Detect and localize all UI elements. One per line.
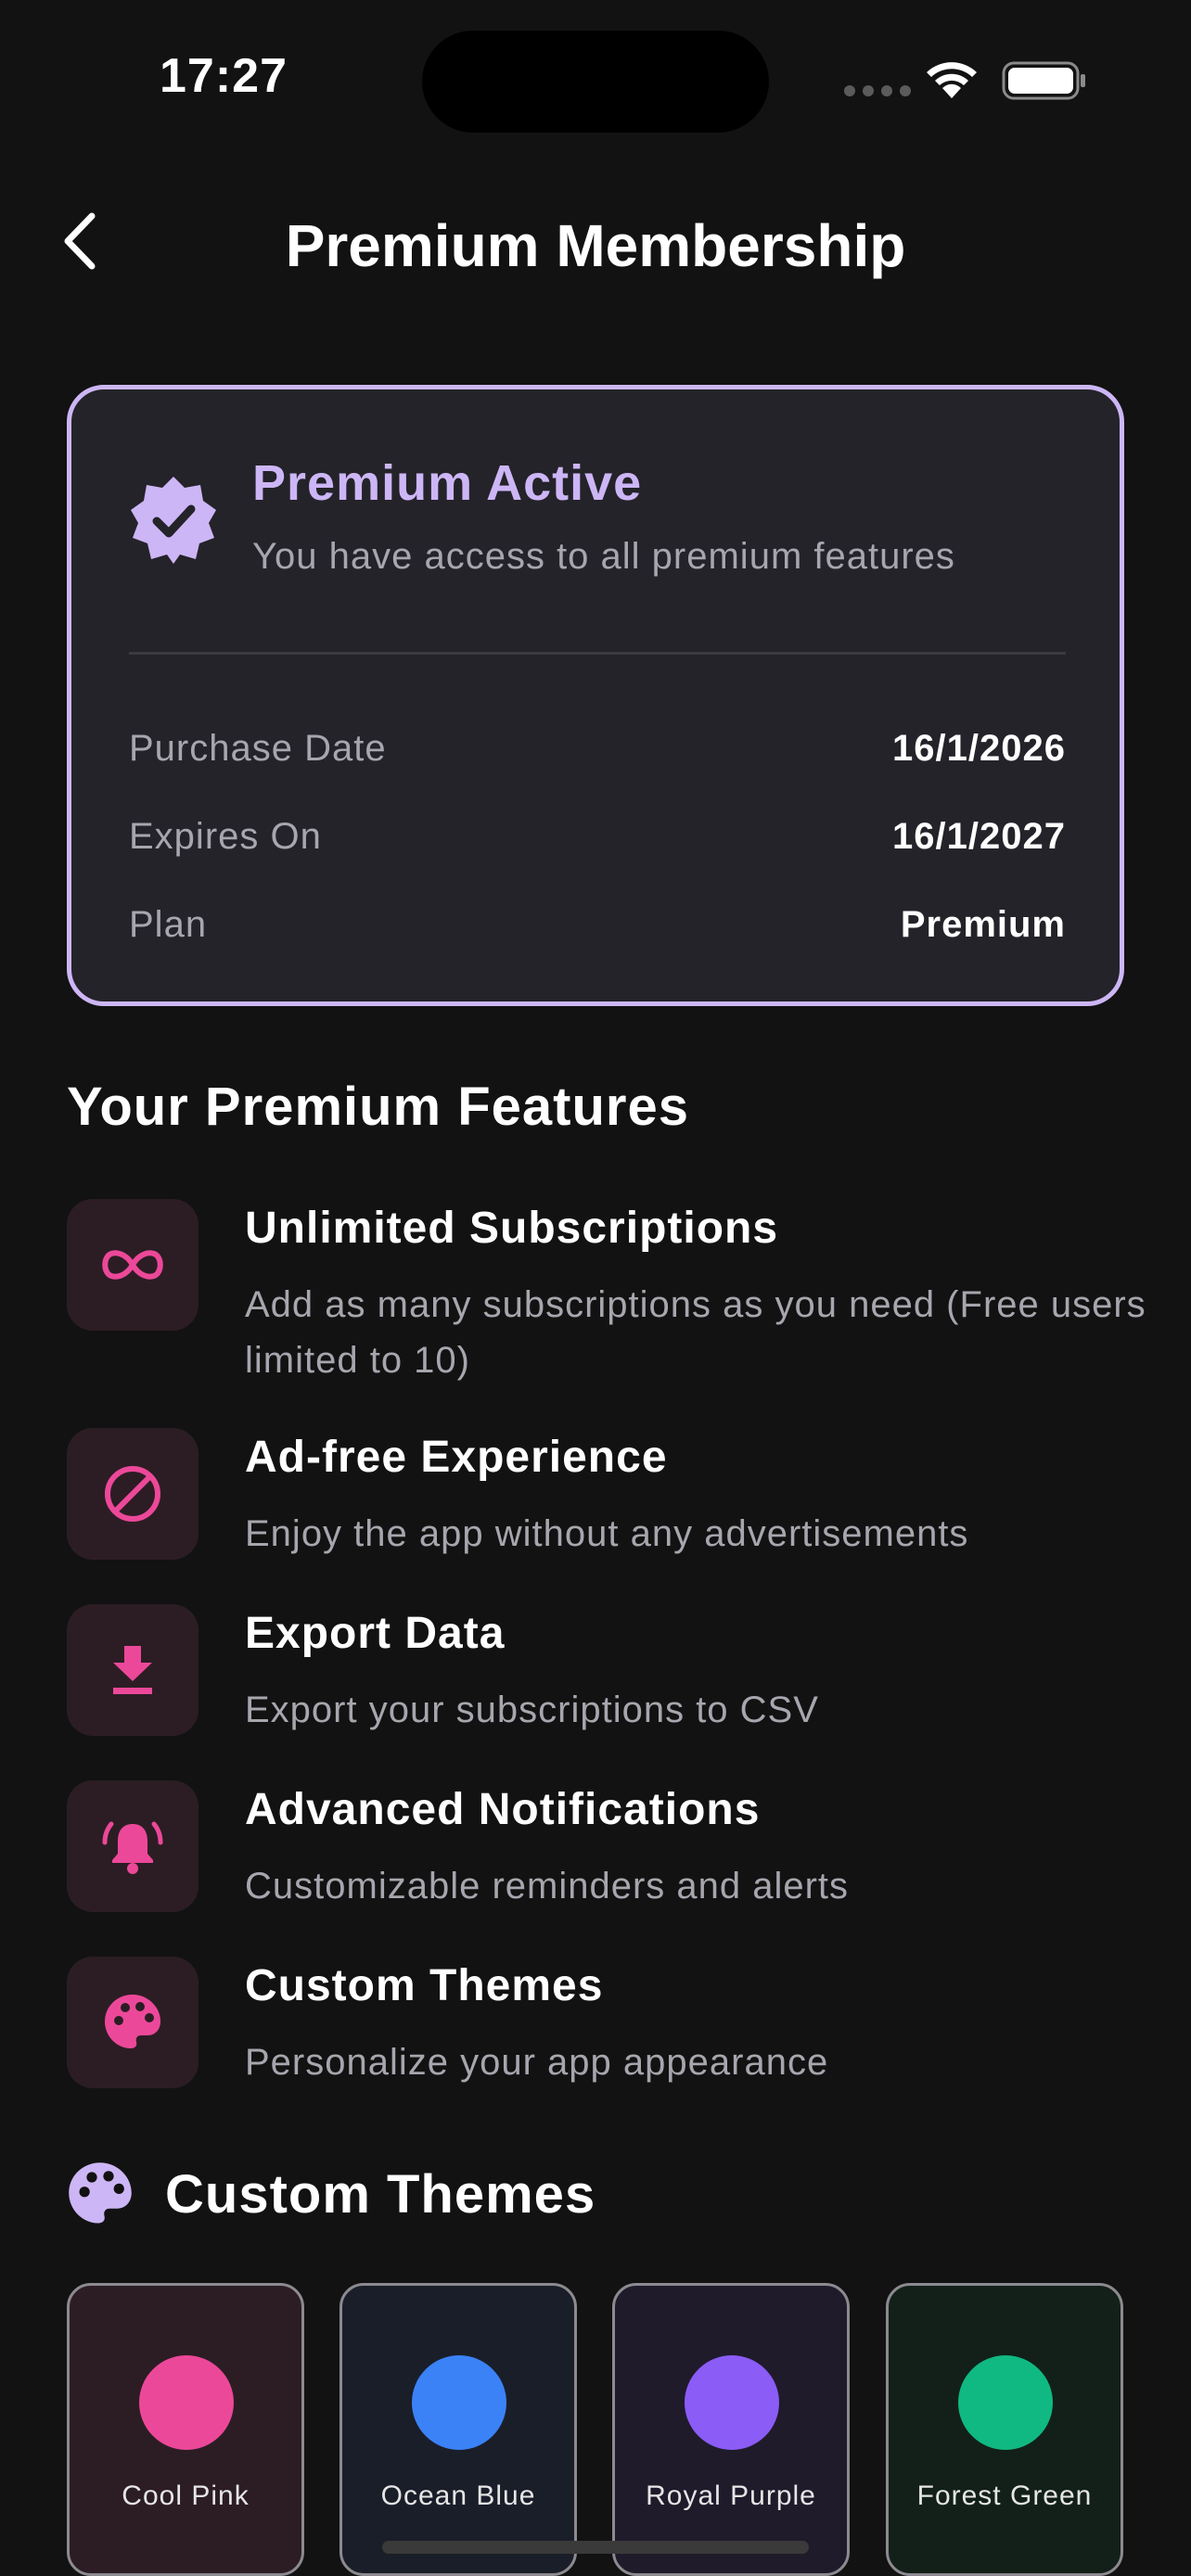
color-swatch [412, 2355, 506, 2450]
feature-title: Custom Themes [245, 1961, 604, 2010]
custom-themes-heading: Custom Themes [165, 2163, 596, 2225]
feature-title: Advanced Notifications [245, 1785, 761, 1834]
color-swatch [685, 2355, 779, 2450]
feature-description: Enjoy the app without any advertisements [245, 1513, 969, 1554]
premium-status-subtitle: You have access to all premium features [252, 536, 955, 577]
theme-name: Forest Green [916, 2480, 1093, 2511]
feature-description: Export your subscriptions to CSV [245, 1690, 819, 1730]
cellular-signal-icon [844, 85, 911, 96]
dynamic-island [422, 31, 769, 133]
theme-option-forest-green[interactable]: Forest Green [886, 2283, 1123, 2576]
feature-title: Unlimited Subscriptions [245, 1204, 779, 1253]
premium-status-card: Premium Active You have access to all pr… [67, 385, 1124, 1006]
purchase-date-value: 16/1/2026 [892, 727, 1066, 769]
purchase-date-row: Purchase Date 16/1/2026 [129, 721, 1066, 776]
plan-value: Premium [900, 903, 1066, 945]
battery-icon [1002, 61, 1085, 100]
color-swatch [958, 2355, 1053, 2450]
plan-label: Plan [129, 903, 208, 945]
premium-status-title: Premium Active [252, 455, 643, 511]
expires-on-value: 16/1/2027 [892, 815, 1066, 857]
nav-header: Premium Membership [0, 185, 1191, 297]
feature-description: Personalize your app appearance [245, 2042, 829, 2083]
palette-icon [69, 2162, 132, 2224]
feature-description: Add as many subscriptions as you need (F… [245, 1284, 1146, 1381]
status-bar: 17:27 [0, 0, 1191, 139]
custom-themes-header: Custom Themes [67, 2161, 596, 2227]
expires-on-label: Expires On [129, 815, 322, 857]
theme-option-royal-purple[interactable]: Royal Purple [612, 2283, 850, 2576]
theme-name: Ocean Blue [380, 2480, 536, 2511]
verified-badge-icon [131, 477, 216, 564]
premium-features-heading: Your Premium Features [67, 1077, 690, 1137]
theme-option-ocean-blue[interactable]: Ocean Blue [339, 2283, 577, 2576]
wifi-icon [927, 62, 977, 98]
feature-title: Ad-free Experience [245, 1433, 668, 1482]
feature-title: Export Data [245, 1609, 506, 1658]
infinity-icon [102, 1250, 163, 1280]
status-time: 17:27 [160, 49, 288, 103]
home-indicator[interactable] [382, 2541, 809, 2554]
bell-ringing-icon [102, 1821, 163, 1874]
theme-option-cool-pink[interactable]: Cool Pink [67, 2283, 304, 2576]
theme-name: Cool Pink [122, 2480, 250, 2511]
block-icon [105, 1466, 160, 1522]
plan-row: Plan Premium [129, 897, 1066, 952]
palette-icon [105, 1995, 160, 2048]
page-title: Premium Membership [285, 212, 906, 279]
theme-name: Royal Purple [646, 2480, 816, 2511]
color-swatch [139, 2355, 234, 2450]
purchase-date-label: Purchase Date [129, 727, 387, 769]
download-icon [113, 1646, 152, 1694]
feature-description: Customizable reminders and alerts [245, 1866, 850, 1906]
expires-on-row: Expires On 16/1/2027 [129, 809, 1066, 864]
divider [129, 652, 1066, 655]
